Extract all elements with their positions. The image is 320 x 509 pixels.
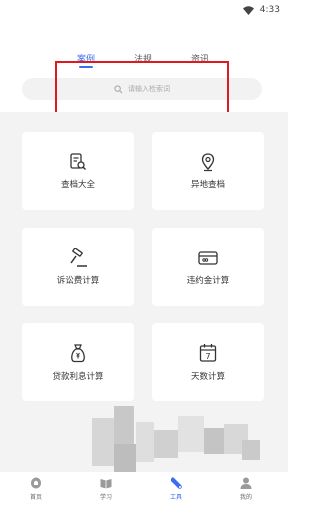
calendar-icon: 7 — [198, 342, 218, 364]
bottom-nav: 首页 学习 工具 我的 — [0, 472, 288, 509]
home-icon — [31, 477, 41, 489]
tool-card-day-count[interactable]: 7 天数计算 — [152, 323, 264, 401]
nav-label: 首页 — [29, 494, 42, 501]
money-bag-icon — [68, 342, 88, 364]
profile-icon — [240, 477, 252, 489]
location-pin-icon — [198, 152, 218, 172]
card-icon — [197, 248, 219, 268]
nav-study[interactable]: 学习 — [86, 476, 126, 501]
tool-label: 贷款利息计算 — [52, 372, 104, 382]
wifi-icon — [242, 5, 254, 15]
nav-label: 工具 — [169, 494, 182, 501]
study-icon — [100, 479, 112, 489]
tool-card-loan-interest[interactable]: 贷款利息计算 — [22, 323, 134, 401]
nav-tools[interactable]: 工具 — [156, 476, 196, 501]
status-icons: 4:33 — [242, 5, 280, 15]
tool-label: 异地查档 — [190, 180, 225, 190]
tool-card-penalty[interactable]: 违约金计算 — [152, 228, 264, 306]
tools-icon — [170, 477, 182, 489]
nav-home[interactable]: 首页 — [16, 476, 56, 501]
tool-card-archive-search[interactable]: 查档大全 — [22, 132, 134, 210]
nav-label: 学习 — [99, 494, 112, 501]
gavel-icon — [67, 248, 89, 268]
status-time: 4:33 — [259, 5, 280, 15]
nav-profile[interactable]: 我的 — [226, 476, 266, 501]
tool-label: 违约金计算 — [186, 276, 230, 286]
highlight-box — [55, 61, 229, 115]
tool-label: 查档大全 — [60, 180, 95, 190]
status-bar: 4:33 — [0, 0, 288, 24]
nav-label: 我的 — [239, 494, 252, 501]
tool-label: 诉讼费计算 — [56, 276, 100, 286]
tool-card-litigation-fee[interactable]: 诉讼费计算 — [22, 228, 134, 306]
tool-label: 天数计算 — [190, 372, 225, 382]
tool-card-remote-archive[interactable]: 异地查档 — [152, 132, 264, 210]
calendar-day: 7 — [205, 352, 210, 361]
document-search-icon — [68, 152, 88, 172]
